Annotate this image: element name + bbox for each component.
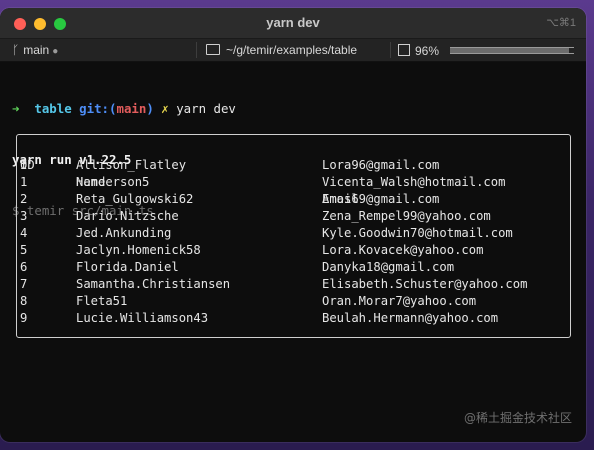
window-shortcut: ⌥⌘1 xyxy=(546,17,576,29)
data-table: ID Name Email 0 Allison_Flatley Lora96@gma… xyxy=(16,134,571,338)
cell-id: 6 xyxy=(20,260,28,274)
cell-name: Dario.Nitzsche xyxy=(76,209,179,223)
cell-id: 8 xyxy=(20,294,28,308)
cell-id: 2 xyxy=(20,192,28,206)
cell-name: Fleta51 xyxy=(76,294,128,308)
cpu-usage-fill xyxy=(450,48,570,53)
status-path-label: ~/g/temir/examples/table xyxy=(226,43,358,57)
prompt-directory: table xyxy=(34,101,72,116)
cell-name: Samantha.Christiansen xyxy=(76,277,231,291)
cell-id: 0 xyxy=(20,158,28,172)
cell-email: Zena_Rempel99@yahoo.com xyxy=(322,209,491,223)
title-bar: yarn dev ⌥⌘1 xyxy=(0,8,586,39)
cell-id: 1 xyxy=(20,175,28,189)
cell-email: Kyle.Goodwin70@hotmail.com xyxy=(322,226,513,240)
cell-email: Elisabeth.Schuster@yahoo.com xyxy=(322,277,528,291)
prompt-branch: main xyxy=(116,101,147,116)
cell-name: Allison_Flatley xyxy=(76,158,187,172)
cell-name: Henderson5 xyxy=(76,175,150,189)
window-title: yarn dev xyxy=(266,15,320,30)
cell-id: 4 xyxy=(20,226,28,240)
prompt-git-close: ) xyxy=(146,101,154,116)
status-cpu-label: 96% xyxy=(415,44,440,58)
cell-name: Florida.Daniel xyxy=(76,260,179,274)
status-cpu[interactable]: 96% xyxy=(398,43,439,58)
folder-icon xyxy=(206,44,220,55)
cell-email: Lora.Kovacek@yahoo.com xyxy=(322,243,484,257)
prompt-line: ➜ table git:(main) ✗ yarn dev xyxy=(12,100,236,117)
prompt-git-open: git:( xyxy=(79,101,117,116)
cell-name: Jaclyn.Homenick58 xyxy=(76,243,201,257)
status-divider xyxy=(390,42,391,58)
cell-email: Vicenta_Walsh@hotmail.com xyxy=(322,175,506,189)
cell-id: 3 xyxy=(20,209,28,223)
cell-email: Danyka18@gmail.com xyxy=(322,260,455,274)
status-branch[interactable]: ᚴ main ● xyxy=(12,43,58,57)
status-branch-label: main xyxy=(23,43,50,57)
cell-email: Oran.Morar7@yahoo.com xyxy=(322,294,477,308)
cell-email: Lora96@gmail.com xyxy=(322,158,440,172)
cell-id: 5 xyxy=(20,243,28,257)
watermark: @稀土掘金技术社区 xyxy=(463,411,572,425)
cell-name: Lucie.Williamson43 xyxy=(76,311,209,325)
git-branch-icon: ᚴ xyxy=(12,43,20,57)
cell-email: Beulah.Hermann@yahoo.com xyxy=(322,311,499,325)
status-divider xyxy=(196,42,197,58)
cpu-icon xyxy=(398,44,410,56)
status-bar: ᚴ main ● ~/g/temir/examples/table 96% xyxy=(0,39,586,62)
prompt-arrow-icon: ➜ xyxy=(12,101,20,116)
prompt-dirty-icon: ✗ xyxy=(161,101,169,116)
table-header-row: ID Name Email xyxy=(20,140,359,206)
cell-id: 7 xyxy=(20,277,28,291)
cpu-usage-bar xyxy=(450,47,574,54)
prompt-command: yarn dev xyxy=(176,101,236,116)
cell-name: Reta_Gulgowski62 xyxy=(76,192,194,206)
cell-email: Amos69@gmail.com xyxy=(322,192,440,206)
cell-name: Jed.Ankunding xyxy=(76,226,172,240)
terminal-window: yarn dev ⌥⌘1 ᚴ main ● ~/g/temir/examples/t… xyxy=(0,8,586,442)
status-path[interactable]: ~/g/temir/examples/table xyxy=(206,43,357,57)
cell-id: 9 xyxy=(20,311,28,325)
branch-dirty-indicator: ● xyxy=(52,46,59,57)
